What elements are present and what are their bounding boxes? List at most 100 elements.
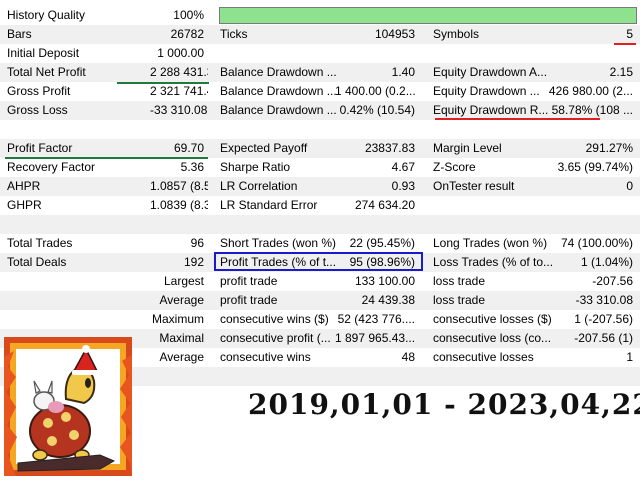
ghpr-value: 1.0839 (8.39... [150,198,208,212]
ontester-result-label: OnTester result [433,179,515,193]
stats-row: AHPR 1.0857 (8.57... LR Correlation 0.93… [0,177,640,196]
history-quality-bar [219,7,637,24]
bars-value: 26782 [170,27,204,41]
symbols-value: 5 [626,27,633,41]
bars-label: Bars [7,27,32,41]
max-consecutive-wins-value: 52 (423 776.... [337,312,415,326]
ticks-value: 104953 [374,27,415,41]
history-quality-value: 100% [173,8,204,22]
profit-trades-highlight [214,252,423,271]
z-score-value: 3.65 (99.74%) [557,160,633,174]
spacer-row [0,215,640,234]
balance-drawdown-absolute-label: Balance Drawdown ... [220,65,337,79]
mascot-logo [4,337,132,476]
gross-loss-value: -33 310.08 [150,103,208,117]
lr-standard-error-label: LR Standard Error [220,198,318,212]
ahpr-label: AHPR [7,179,41,193]
stats-row: Gross Profit 2 321 741.45 Balance Drawdo… [0,82,640,101]
profit-factor-label: Profit Factor [7,141,73,155]
balance-drawdown-absolute-value: 1.40 [391,65,415,79]
recovery-factor-label: Recovery Factor [7,160,96,174]
initial-deposit-label: Initial Deposit [7,46,80,60]
initial-deposit-value: 1 000.00 [157,46,204,60]
symbols-label: Symbols [433,27,480,41]
date-range-text: 2019,01,01 - 2023,04,22 [248,388,640,421]
total-net-profit-value: 2 288 431.37 [150,65,208,79]
average-loss-trade-label: loss trade [433,293,486,307]
maximal-consecutive-loss-label: consecutive loss (co... [433,331,552,345]
gross-profit-label: Gross Profit [7,84,71,98]
maximal-consecutive-profit-value: 1 897 965.43... [335,331,416,345]
expected-payoff-label: Expected Payoff [220,141,308,155]
total-deals-label: Total Deals [7,255,67,269]
average-profit-trade-label: profit trade [220,293,278,307]
equity-drawdown-relative-highlight [435,118,600,120]
stats-row: Bars 26782 Ticks 104953 Symbols 5 [0,25,640,44]
stats-row: Maximum consecutive wins ($) 52 (423 776… [0,310,640,329]
history-quality-label: History Quality [7,8,86,22]
total-net-profit-highlight [117,82,209,84]
spacer-row [0,120,640,139]
ahpr-value: 1.0857 (8.57... [150,179,208,193]
balance-drawdown-relative-value: 0.42% (10.54) [339,103,415,117]
recovery-factor-value: 5.36 [180,160,204,174]
ghpr-label: GHPR [7,198,42,212]
average-loss-trade-value: -33 310.08 [575,293,633,307]
max-consecutive-wins-label: consecutive wins ($) [220,312,329,326]
margin-level-value: 291.27% [585,141,633,155]
profit-factor-highlight [5,157,208,159]
largest-label: Largest [163,274,204,288]
average-label: Average [159,293,204,307]
stats-row: Total Trades 96 Short Trades (won %) 22 … [0,234,640,253]
stats-row: Average profit trade 24 439.38 loss trad… [0,291,640,310]
total-trades-value: 96 [190,236,204,250]
largest-loss-trade-label: loss trade [433,274,486,288]
maximum-label: Maximum [151,312,204,326]
balance-drawdown-maximal-value: 1 400.00 (0.2... [335,84,416,98]
loss-trades-label: Loss Trades (% of to... [433,255,554,269]
long-trades-label: Long Trades (won %) [433,236,548,250]
equity-drawdown-maximal-value: 426 980.00 (2... [548,84,633,98]
profit-factor-value: 69.70 [173,141,204,155]
balance-drawdown-relative-label: Balance Drawdown ... [220,103,337,117]
margin-level-label: Margin Level [433,141,502,155]
short-trades-label: Short Trades (won %) [220,236,337,250]
ontester-result-value: 0 [626,179,633,193]
stats-row: Recovery Factor 5.36 Sharpe Ratio 4.67 Z… [0,158,640,177]
maximal-consecutive-loss-value: -207.56 (1) [574,331,633,345]
stats-row: Largest profit trade 133 100.00 loss tra… [0,272,640,291]
symbols-highlight [614,43,636,45]
largest-profit-trade-value: 133 100.00 [354,274,415,288]
z-score-label: Z-Score [433,160,476,174]
total-trades-label: Total Trades [7,236,73,250]
gross-loss-label: Gross Loss [7,103,68,117]
gross-profit-value: 2 321 741.45 [150,84,208,98]
total-net-profit-label: Total Net Profit [7,65,86,79]
sharpe-ratio-label: Sharpe Ratio [220,160,291,174]
average-consecutive-wins-value: 48 [401,350,415,364]
equity-drawdown-absolute-label: Equity Drawdown A... [433,65,548,79]
stats-row: Initial Deposit 1 000.00 [0,44,640,63]
total-deals-value: 192 [183,255,204,269]
loss-trades-value: 1 (1.04%) [580,255,633,269]
average-consecutive-wins-label: consecutive wins [220,350,311,364]
expected-payoff-value: 23837.83 [364,141,415,155]
average-consecutive-losses-value: 1 [626,350,633,364]
average-consecutive-losses-label: consecutive losses [433,350,534,364]
stats-row: Profit Factor 69.70 Expected Payoff 2383… [0,139,640,158]
sharpe-ratio-value: 4.67 [391,160,415,174]
max-consecutive-losses-label: consecutive losses ($) [433,312,552,326]
long-trades-value: 74 (100.00%) [560,236,633,250]
largest-profit-trade-label: profit trade [220,274,278,288]
stats-row: GHPR 1.0839 (8.39... LR Standard Error 2… [0,196,640,215]
average-profit-trade-value: 24 439.38 [361,293,415,307]
lr-standard-error-value: 274 634.20 [354,198,415,212]
maximal-consecutive-profit-label: consecutive profit (... [220,331,331,345]
lr-correlation-value: 0.93 [391,179,415,193]
short-trades-value: 22 (95.45%) [349,236,415,250]
max-consecutive-losses-value: 1 (-207.56) [574,312,633,326]
ticks-label: Ticks [220,27,248,41]
equity-drawdown-absolute-value: 2.15 [609,65,633,79]
lr-correlation-label: LR Correlation [220,179,298,193]
stats-row: Total Net Profit 2 288 431.37 Balance Dr… [0,63,640,82]
